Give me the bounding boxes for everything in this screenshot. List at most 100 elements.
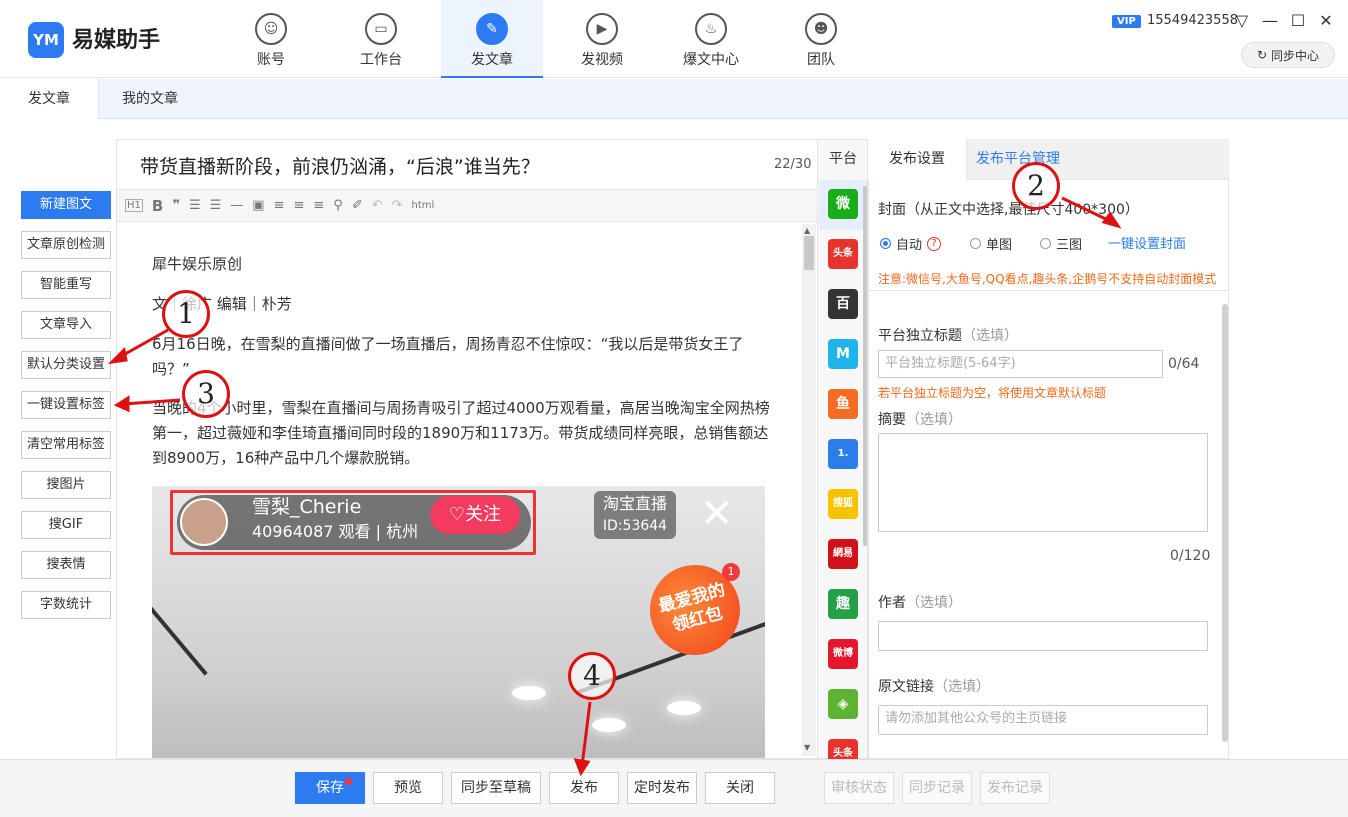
cover-option-label: 单图 [986, 238, 1013, 253]
save-button[interactable]: 保存 [295, 772, 365, 804]
originality-check-button[interactable]: 文章原创检测 [21, 231, 111, 259]
author-label: 作者（选填） [878, 592, 962, 612]
toutiao-icon[interactable]: 头条 [828, 239, 858, 269]
summary-count: 0/120 [1170, 548, 1211, 564]
dropdown-icon[interactable]: ▽ [1230, 9, 1254, 33]
undo-icon[interactable]: ↶ [372, 198, 383, 213]
import-article-button[interactable]: 文章导入 [21, 311, 111, 339]
help-icon[interactable]: ? [927, 236, 942, 251]
nav-account[interactable]: ☺ 账号 [220, 0, 322, 78]
nav-publish-video[interactable]: ▶ 发视频 [551, 0, 653, 78]
settings-scrollbar[interactable] [1222, 304, 1228, 742]
user-icon: ☺ [255, 13, 287, 45]
summary-textarea[interactable] [878, 433, 1208, 532]
subtab-my-articles[interactable]: 我的文章 [99, 79, 201, 119]
ordered-list-icon[interactable]: ☰ [189, 198, 201, 213]
subtab-publish[interactable]: 发文章 [0, 79, 99, 119]
align-right-icon[interactable]: ≡ [313, 198, 324, 213]
platform-title-input[interactable]: 平台独立标题(5-64字) [878, 350, 1163, 378]
label-text: 原文链接 [878, 679, 934, 695]
editor-scroll-thumb[interactable] [804, 236, 814, 270]
annotation-marker-1: 1 [162, 290, 210, 338]
sync-center-button[interactable]: ↻ 同步中心 [1241, 42, 1335, 68]
app-logo: YM [28, 22, 64, 58]
one-click-tags-button[interactable]: 一键设置标签 [21, 391, 111, 419]
nav-label: 发视频 [581, 52, 623, 68]
label-text: 作者 [878, 595, 906, 611]
weibo-icon[interactable]: 微博 [828, 639, 858, 669]
html-source-button[interactable]: html [412, 200, 435, 211]
cover-option-label: 自动 [896, 238, 923, 253]
qu-icon[interactable]: 趣 [828, 589, 858, 619]
optional-hint: （选填） [962, 328, 1018, 344]
redo-icon[interactable]: ↷ [392, 198, 403, 213]
baijia-icon[interactable]: 百 [828, 289, 858, 319]
tab-publish-settings[interactable]: 发布设置 [868, 139, 967, 180]
optional-hint: （选填） [906, 595, 962, 611]
account-phone[interactable]: 15549423558 [1147, 13, 1238, 28]
quote-icon[interactable]: ❞ [172, 198, 180, 213]
align-left-icon[interactable]: ≡ [274, 198, 285, 213]
search-images-button[interactable]: 搜图片 [21, 471, 111, 499]
dayu-icon[interactable]: 鱼 [828, 389, 858, 419]
editor-scrollbar[interactable] [802, 224, 816, 756]
nav-workbench[interactable]: ▭ 工作台 [330, 0, 432, 78]
cover-option-auto[interactable]: 自动? [880, 234, 942, 253]
wechat-icon[interactable]: 微 [828, 189, 858, 219]
publish-button[interactable]: 发布 [549, 772, 619, 804]
yidian-icon[interactable]: M [828, 339, 858, 369]
schedule-publish-button[interactable]: 定时发布 [627, 772, 697, 804]
review-status-button[interactable]: 审核状态 [824, 772, 894, 804]
one-click-cover-link[interactable]: 一键设置封面 [1108, 233, 1186, 252]
horizontal-rule-icon[interactable]: — [230, 198, 243, 213]
nav-hot-articles[interactable]: ♨ 爆文中心 [660, 0, 762, 78]
search-gif-button[interactable]: 搜GIF [21, 511, 111, 539]
aiqiyi-icon[interactable]: ◈ [828, 689, 858, 719]
wangyi-icon[interactable]: 網易 [828, 539, 858, 569]
align-center-icon[interactable]: ≡ [293, 198, 304, 213]
eraser-icon[interactable]: ✐ [352, 198, 363, 213]
annotation-marker-4: 4 [568, 652, 616, 700]
sohu-icon[interactable]: 搜狐 [828, 489, 858, 519]
maximize-icon[interactable]: ☐ [1286, 9, 1310, 33]
publish-records-button[interactable]: 发布记录 [980, 772, 1050, 804]
sync-draft-button[interactable]: 同步至草稿 [451, 772, 541, 804]
clear-tags-button[interactable]: 清空常用标签 [21, 431, 111, 459]
find-icon[interactable]: ⚲ [333, 198, 343, 213]
radio-checked [880, 238, 891, 249]
flame-icon: ♨ [695, 13, 727, 45]
article-paragraph: 当晚的4个小时里，雪梨在直播间与周扬青吸引了超过4000万观看量，高居当晚淘宝全… [152, 399, 770, 467]
platform-scrollbar[interactable] [863, 186, 867, 546]
yidianzixun-icon[interactable]: 1. [828, 439, 858, 469]
minimize-icon[interactable]: — [1258, 9, 1282, 33]
cover-option-label: 三图 [1056, 238, 1083, 253]
close-icon[interactable]: ✕ [1314, 9, 1338, 33]
cover-note: 注意:微信号,大鱼号,QQ看点,趣头条,企鹅号不支持自动封面模式 [878, 272, 1217, 286]
source-link-input[interactable]: 请勿添加其他公众号的主页链接 [878, 705, 1208, 735]
preview-button[interactable]: 预览 [373, 772, 443, 804]
cover-option-single[interactable]: 单图 [970, 234, 1012, 253]
unordered-list-icon[interactable]: ☰ [210, 198, 222, 213]
scroll-up-icon[interactable]: ▲ [804, 226, 810, 235]
default-category-button[interactable]: 默认分类设置 [21, 351, 111, 379]
article-title-input[interactable]: 带货直播新阶段，前浪仍汹涌，“后浪”谁当先？ [140, 152, 540, 179]
nav-team[interactable]: ☻ 团队 [770, 0, 872, 78]
search-emoji-button[interactable]: 搜表情 [21, 551, 111, 579]
heading-icon[interactable]: H1 [125, 199, 143, 212]
stream-close-icon: ✕ [700, 491, 734, 537]
new-article-button[interactable]: 新建图文 [21, 191, 111, 219]
close-button[interactable]: 关闭 [705, 772, 775, 804]
source-link-label: 原文链接（选填） [878, 676, 990, 696]
cover-option-triple[interactable]: 三图 [1040, 234, 1082, 253]
scroll-down-icon[interactable]: ▼ [804, 743, 810, 752]
sync-records-button[interactable]: 同步记录 [902, 772, 972, 804]
smart-rewrite-button[interactable]: 智能重写 [21, 271, 111, 299]
platform-title-label: 平台独立标题（选填） [878, 325, 1018, 345]
annotation-marker-2: 2 [1012, 162, 1060, 210]
nav-publish-article[interactable]: ✎ 发文章 [441, 0, 543, 78]
image-icon[interactable]: ▣ [252, 198, 264, 213]
nav-label: 爆文中心 [683, 52, 739, 68]
bold-icon[interactable]: B [152, 197, 163, 215]
word-count-button[interactable]: 字数统计 [21, 591, 111, 619]
author-input[interactable] [878, 621, 1208, 651]
